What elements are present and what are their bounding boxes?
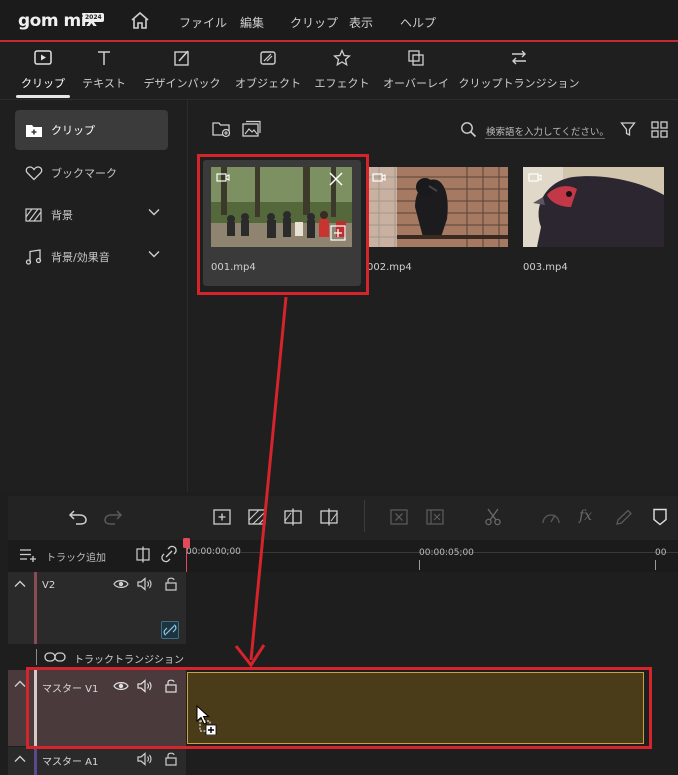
playhead-marker[interactable] [183, 538, 191, 572]
redo-icon[interactable] [103, 508, 123, 526]
tab-bar: クリップ テキスト デザインパック オブジェクト エフェクト オーバーレイ クリ… [0, 44, 678, 100]
track-name-v2: V2 [42, 580, 56, 591]
link-icon[interactable] [160, 545, 178, 563]
video-camera-icon [372, 172, 386, 183]
sidebar-item-label: クリップ [51, 124, 95, 137]
unlock-icon[interactable] [164, 751, 178, 766]
chevron-down-icon[interactable] [148, 208, 160, 216]
video-camera-icon [528, 172, 542, 183]
fx-icon[interactable]: fx [579, 508, 592, 524]
transition-divider [36, 649, 37, 665]
add-image-icon[interactable] [241, 120, 261, 138]
unlock-icon[interactable] [164, 576, 178, 591]
sidebar-item-bg-sound[interactable]: 背景/効果音 [15, 237, 168, 277]
track-color-strip [34, 747, 37, 775]
delete-gap-icon[interactable] [426, 509, 444, 525]
tab-object[interactable]: オブジェクト [235, 44, 301, 100]
split-right-icon[interactable] [320, 508, 338, 526]
filter-icon[interactable] [620, 121, 636, 137]
chevron-up-icon[interactable] [14, 680, 26, 688]
timecode-10: 00 [655, 548, 667, 558]
add-track-label[interactable]: トラック追加 [46, 549, 106, 564]
hatch-icon [25, 208, 43, 222]
sidebar-item-label: 背景/効果音 [51, 251, 110, 264]
clip-thumbnail-002[interactable] [367, 167, 508, 247]
tab-clip-transition[interactable]: クリップトランジション [459, 44, 580, 100]
pen-icon[interactable] [615, 509, 633, 526]
track-link-icon[interactable] [161, 621, 179, 639]
timeline-header [8, 540, 678, 572]
snap-icon[interactable] [135, 546, 151, 563]
sidebar-item-label: ブックマーク [51, 167, 117, 180]
speaker-icon[interactable] [137, 577, 153, 591]
delete-clip-icon[interactable] [390, 509, 408, 525]
toolbar-divider [364, 500, 365, 532]
tab-effect[interactable]: エフェクト [315, 44, 370, 100]
tab-text[interactable]: テキスト [80, 44, 128, 100]
grid-view-icon[interactable] [651, 121, 668, 138]
sidebar-item-background[interactable]: 背景 [15, 195, 168, 235]
text-tab-icon [95, 49, 113, 69]
split-left-icon[interactable] [284, 508, 302, 526]
tab-overlay[interactable]: オーバーレイ [383, 44, 449, 100]
sidebar-item-bookmark[interactable]: ブックマーク [15, 153, 168, 193]
eye-icon[interactable] [113, 578, 129, 590]
design-pack-icon [173, 49, 191, 69]
star-icon [333, 49, 351, 69]
chevron-up-icon[interactable] [14, 580, 26, 588]
menu-edit[interactable]: 編集 [240, 14, 264, 31]
undo-icon[interactable] [68, 508, 88, 526]
annotation-box-source-clip [197, 154, 369, 295]
search-input[interactable]: 検索語を入力してください。 [486, 124, 609, 138]
sidebar-item-clip[interactable]: クリップ [15, 110, 168, 150]
marker-icon[interactable] [652, 508, 668, 526]
scissors-icon[interactable] [484, 508, 502, 526]
clip-thumbnail-003[interactable] [523, 167, 664, 247]
speed-gauge-icon[interactable] [541, 509, 561, 525]
menu-view[interactable]: 表示 [349, 14, 373, 31]
chevron-up-icon[interactable] [14, 755, 26, 763]
search-icon[interactable] [460, 121, 477, 138]
track-transition-label[interactable]: トラックトランジション [74, 651, 184, 666]
search-underline [485, 138, 605, 139]
chain-icon [44, 651, 66, 663]
menu-clip[interactable]: クリップ [290, 14, 338, 31]
logo-badge: 2024 [83, 13, 104, 22]
track-name-master-a1: マスター A1 [42, 757, 99, 768]
timecode-5: 00:00:05;00 [419, 548, 474, 558]
track-color-strip [34, 572, 37, 644]
sidebar-item-label: 背景 [51, 209, 73, 222]
ruler-tick [419, 560, 420, 570]
tab-clip[interactable]: クリップ [16, 44, 70, 100]
tab-design-pack[interactable]: デザインパック [144, 44, 221, 100]
overlay-icon [407, 49, 425, 69]
music-note-icon [25, 249, 43, 265]
heart-icon [25, 165, 43, 181]
speaker-icon[interactable] [137, 752, 153, 766]
background-insert-icon[interactable] [248, 509, 266, 525]
track-master-a1[interactable] [187, 747, 678, 775]
home-icon[interactable] [130, 11, 150, 30]
swap-arrows-icon [509, 49, 529, 69]
add-clip-icon[interactable] [213, 509, 231, 525]
menu-file[interactable]: ファイル [179, 14, 227, 31]
active-tab-indicator [16, 95, 70, 98]
menu-bar: gom mix 2024 ファイル 編集 クリップ 表示 ヘルプ [0, 0, 678, 42]
clip-name-002: 002.mp4 [367, 262, 412, 273]
folder-plus-icon [25, 123, 43, 138]
add-track-icon[interactable] [19, 548, 37, 562]
clip-name-003: 003.mp4 [523, 262, 568, 273]
ruler-tick [655, 560, 656, 570]
chevron-down-icon[interactable] [148, 250, 160, 258]
track-v2[interactable] [187, 572, 678, 644]
object-icon [259, 49, 277, 69]
clip-tab-icon [33, 49, 53, 69]
add-folder-icon[interactable] [212, 120, 232, 138]
menu-help[interactable]: ヘルプ [400, 14, 436, 31]
timecode-0: 00:00:00;00 [186, 547, 241, 557]
annotation-box-target-track [26, 667, 652, 749]
